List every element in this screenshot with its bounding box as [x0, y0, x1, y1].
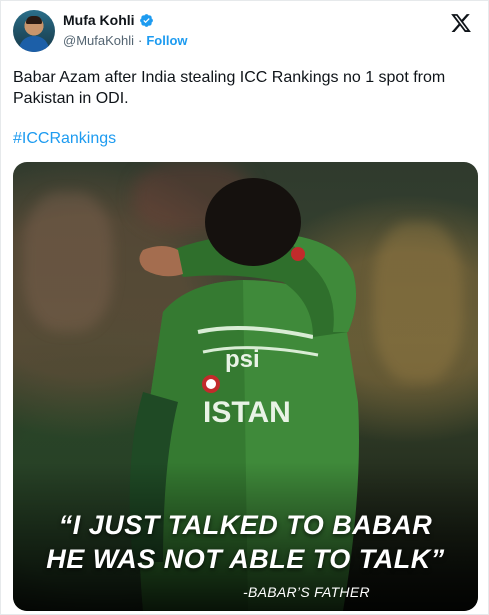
separator-dot: ·: [138, 33, 143, 48]
author-name-row: Mufa Kohli: [63, 12, 154, 28]
avatar-shirt: [19, 36, 49, 52]
avatar[interactable]: [13, 10, 55, 52]
x-logo-icon[interactable]: [450, 12, 472, 34]
tweet-card: Mufa Kohli @MufaKohli · Follow Babar Aza…: [0, 0, 489, 615]
head: [205, 178, 301, 266]
tweet-media-image[interactable]: psi ISTAN “I JUST TALKED TO BABAR HE WAS…: [13, 162, 478, 611]
author-name[interactable]: Mufa Kohli: [63, 12, 135, 28]
quote-line-1: “I JUST TALKED TO BABAR: [58, 510, 433, 540]
avatar-hair: [26, 16, 42, 24]
verified-badge-icon: [139, 13, 153, 27]
hashtag-link[interactable]: #ICCRankings: [13, 130, 116, 148]
tweet-text: Babar Azam after India stealing ICC Rank…: [13, 69, 446, 107]
quote-attribution: -BABAR’S FATHER: [243, 584, 370, 600]
hand: [139, 246, 183, 277]
quote-line-2: HE WAS NOT ABLE TO TALK”: [46, 544, 445, 574]
author-handle-row: @MufaKohli · Follow: [63, 33, 188, 48]
jersey-sponsor-text: psi: [225, 346, 260, 373]
author-handle[interactable]: @MufaKohli: [63, 33, 134, 48]
jersey-country-text: ISTAN: [203, 396, 291, 429]
follow-button[interactable]: Follow: [146, 33, 187, 48]
